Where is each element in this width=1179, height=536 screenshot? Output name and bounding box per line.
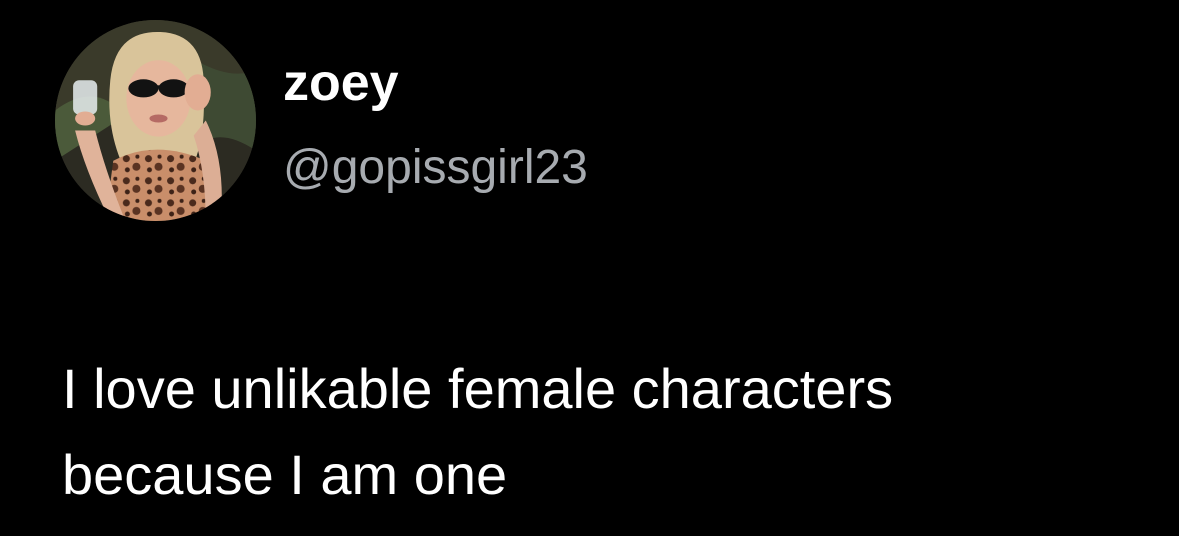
profile-photo-icon [55, 20, 256, 221]
display-name[interactable]: zoey [283, 53, 399, 113]
tweet-text-line: I love unlikable female characters [62, 357, 894, 420]
avatar[interactable] [55, 20, 256, 221]
tweet-text-line: because I am one [62, 443, 508, 506]
user-handle[interactable]: @gopissgirl23 [283, 140, 588, 196]
tweet-card: zoey @gopissgirl23 I love unlikable fema… [0, 0, 1179, 536]
tweet-text: I love unlikable female characters becau… [62, 346, 1152, 518]
